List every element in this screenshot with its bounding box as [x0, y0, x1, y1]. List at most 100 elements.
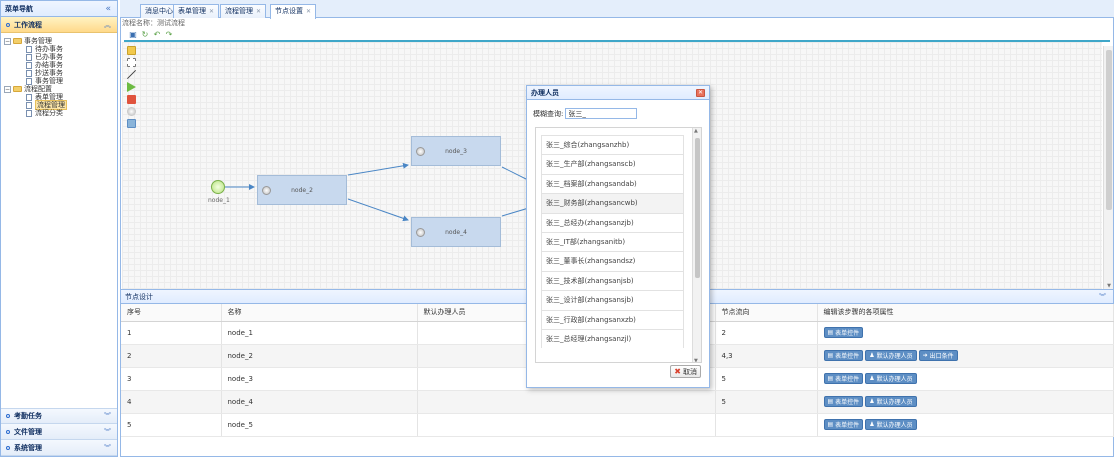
collapse-toggle-icon[interactable]: − [4, 37, 11, 45]
tab-form-management[interactable]: 表单管理 ✕ [173, 4, 220, 18]
handler-dialog: 办理人员 ✕ 模糊查询: 张三_综合(zhangsanzhb)张三_生产部(zh… [526, 85, 710, 388]
bullet-icon [6, 414, 10, 418]
folder-icon [13, 86, 22, 92]
col-header-node-flow: 节点流向 [715, 304, 818, 322]
list-item[interactable]: 张三_总经办(zhangsanzjb) [541, 212, 684, 232]
file-icon [26, 45, 32, 53]
list-item[interactable]: 张三_财务部(zhangsancwb) [541, 193, 684, 213]
close-icon[interactable]: ✕ [306, 8, 311, 15]
connector-line[interactable] [347, 198, 409, 222]
list-item[interactable]: 张三_档案部(zhangsandab) [541, 173, 684, 194]
undo-icon[interactable]: ↶ [153, 30, 161, 39]
tree-item[interactable]: 流程分类 [4, 109, 117, 117]
tree-item[interactable]: − 事务管理 [4, 37, 117, 45]
file-icon [26, 109, 32, 117]
chevron-up-icon: ︽ [104, 20, 111, 29]
form-button[interactable]: ▤ 表单控件 [823, 396, 864, 407]
scroll-up-icon[interactable]: ▲ [694, 128, 698, 134]
sidebar-bottom-sections: 考勤任务 ︾ 文件管理 ︾ 系统管理 ︾ [1, 408, 117, 456]
list-item[interactable]: 张三_行政部(zhangsanxzb) [541, 309, 684, 329]
list-item[interactable]: 张三_生产部(zhangsanscb) [541, 154, 684, 174]
search-input[interactable] [565, 108, 638, 119]
canvas-scrollbar[interactable]: ▼ [1103, 46, 1113, 289]
handler-list: 张三_综合(zhangsanzhb) 张三_生产部(zhangsanscb) 张三_… [541, 135, 684, 349]
person-button[interactable]: ♟ 默认办理人员 [865, 396, 917, 407]
list-item[interactable]: 张三_综合(zhangsanzhb) [541, 135, 684, 155]
accordion-label: 文件管理 [14, 427, 42, 436]
tree-item[interactable]: 办结事务 [4, 61, 117, 69]
connector-line[interactable] [347, 162, 409, 176]
tree-item[interactable]: 抄送事务 [4, 69, 117, 77]
person-button[interactable]: ♟ 默认办理人员 [865, 373, 917, 384]
file-icon [26, 101, 32, 109]
accordion-files[interactable]: 文件管理 ︾ [1, 424, 117, 440]
app-root: 菜单导航 « 工作流程 ︽ − 事务管理 待办事务 已办事务 办结事务 抄送事务 事务管理 −… [0, 0, 1114, 457]
bullet-icon [6, 22, 10, 27]
node-label: node_4 [445, 228, 467, 236]
tab-node-settings[interactable]: 节点设置 ✕ [270, 4, 317, 19]
tree-item[interactable]: − 流程配置 [4, 85, 117, 93]
close-icon[interactable]: ✕ [696, 89, 705, 97]
accordion-system[interactable]: 系统管理 ︾ [1, 440, 117, 456]
table-row[interactable]: 4 node_4 5 ▤ 表单控件 ♟ 默认办理人员 [121, 390, 1114, 414]
tree-item[interactable]: 事务管理 [4, 77, 117, 85]
cancel-button[interactable]: ✖ 取消 [670, 365, 701, 378]
cell-index: 3 [121, 367, 222, 391]
flow-node-2[interactable]: node_2 [257, 175, 347, 205]
list-item[interactable]: 张三_董事长(zhangsandsz) [541, 251, 684, 271]
list-item[interactable]: 张三_技术部(zhangsanjsb) [541, 270, 684, 291]
cell-node-flow: 4,3 [715, 344, 818, 368]
tree-item-label: 待办事务 [35, 45, 63, 53]
col-header-name: 名称 [221, 304, 418, 322]
tree-item[interactable]: 待办事务 [4, 45, 117, 53]
cell-node-flow: 5 [715, 390, 818, 414]
list-item[interactable]: 张三_设计部(zhangsansjb) [541, 290, 684, 310]
scroll-down-icon[interactable]: ▼ [694, 358, 698, 362]
sidebar-title: 菜单导航 [5, 4, 33, 13]
exit-button[interactable]: ➜ 出口条件 [918, 350, 958, 361]
cancel-x-icon: ✖ [674, 367, 681, 376]
tab-label: 流程管理 [225, 7, 253, 15]
list-scrollbar[interactable]: ▲ ▼ [692, 128, 701, 362]
table-row[interactable]: 5 node_5 ▤ 表单控件 ♟ 默认办理人员 [121, 413, 1114, 437]
start-node[interactable] [211, 180, 225, 194]
list-item[interactable]: 张三_总经理(zhangsanzjl) [541, 328, 684, 349]
scroll-thumb[interactable] [695, 138, 700, 278]
sidebar-header: 菜单导航 « [1, 1, 117, 17]
person-button[interactable]: ♟ 默认办理人员 [865, 419, 917, 430]
button-label: 默认办理人员 [876, 399, 913, 406]
save-icon[interactable]: ▣ [129, 30, 137, 39]
accordion-attendance[interactable]: 考勤任务 ︾ [1, 408, 117, 424]
cell-name: node_4 [221, 390, 418, 414]
redo-icon[interactable]: ↷ [165, 30, 173, 39]
collapse-sidebar-icon[interactable]: « [105, 4, 111, 14]
handler-list-container: 张三_综合(zhangsanzhb) 张三_生产部(zhangsanscb) 张三_… [535, 127, 702, 363]
tab-flow-management[interactable]: 流程管理 ✕ [220, 4, 267, 18]
close-icon[interactable]: ✕ [209, 8, 214, 15]
tab-bar: 消息中心 表单管理 ✕ 流程管理 ✕ 节点设置 ✕ [120, 0, 1114, 19]
collapse-toggle-icon[interactable]: − [4, 85, 11, 93]
accordion-label: 工作流程 [14, 20, 42, 29]
tree-item[interactable]: 流程管理 [4, 100, 117, 110]
cell-actions: ▤ 表单控件 ♟ 默认办理人员 ➜ 出口条件 [817, 344, 1114, 368]
person-button[interactable]: ♟ 默认办理人员 [865, 350, 917, 361]
col-header-edit-properties: 编辑该步骤的各项属性 [817, 304, 1114, 322]
search-row: 模糊查询: [533, 108, 638, 119]
tree-item[interactable]: 已办事务 [4, 53, 117, 61]
form-button[interactable]: ▤ 表单控件 [823, 373, 864, 384]
close-icon[interactable]: ✕ [256, 8, 261, 15]
scroll-thumb[interactable] [1106, 50, 1112, 210]
cell-node-flow: 2 [715, 321, 818, 345]
form-icon: ▤ [827, 421, 834, 428]
cell-index: 1 [121, 321, 222, 345]
form-button[interactable]: ▤ 表单控件 [823, 350, 864, 361]
refresh-icon[interactable]: ↻ [141, 30, 149, 39]
form-button[interactable]: ▤ 表单控件 [823, 327, 864, 338]
accordion-workflow[interactable]: 工作流程 ︽ [1, 17, 117, 33]
form-button[interactable]: ▤ 表单控件 [823, 419, 864, 430]
list-item[interactable]: 张三_IT部(zhangsanitb) [541, 231, 684, 252]
flow-node-3[interactable]: node_3 [411, 136, 501, 166]
flow-node-4[interactable]: node_4 [411, 217, 501, 247]
chevron-down-icon[interactable]: ︾ [1099, 290, 1106, 305]
cell-actions: ▤ 表单控件 [817, 321, 1114, 345]
